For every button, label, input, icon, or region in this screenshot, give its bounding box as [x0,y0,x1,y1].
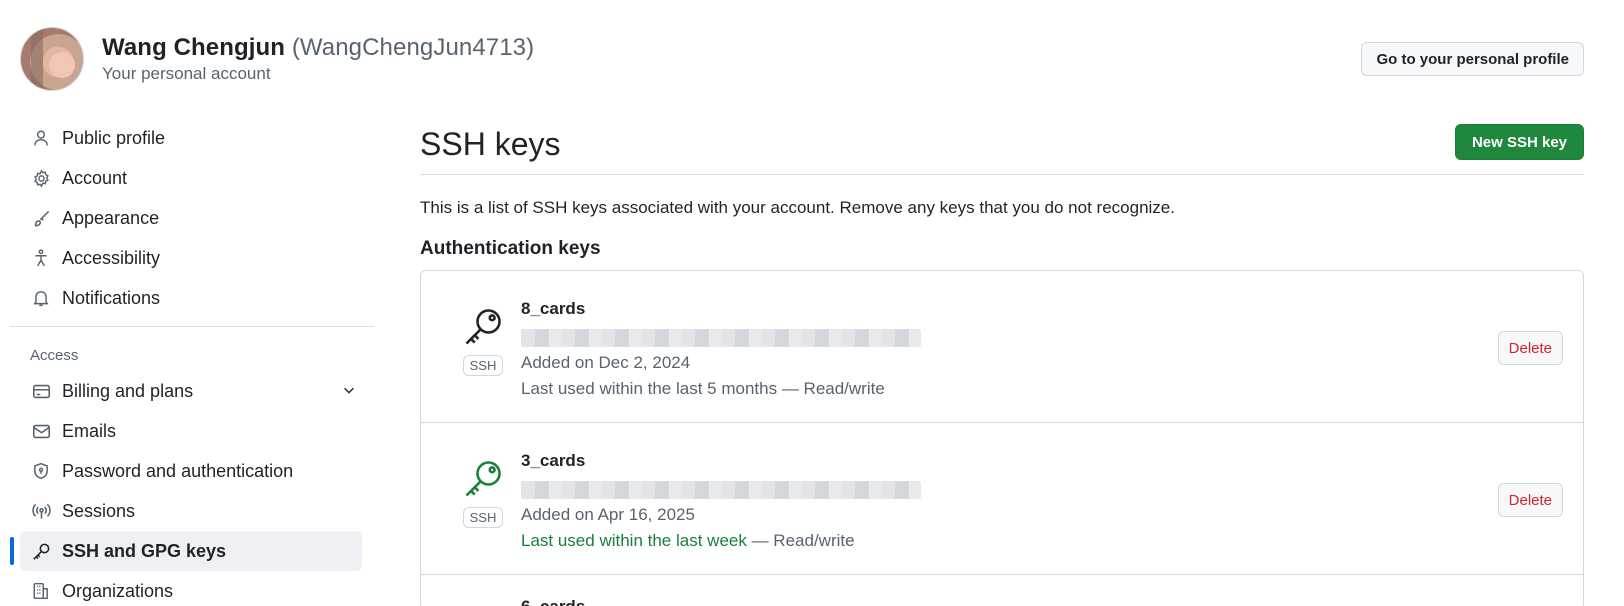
sidebar-item-label: Sessions [62,500,136,521]
key-icon [465,309,501,345]
ssh-key-row: SSH 3_cards Added on Apr 16, 2025 Last u… [421,423,1583,575]
key-last-used: Last used within the last 5 months — Rea… [521,379,921,401]
sidebar-item-label: Public profile [62,127,166,148]
key-fingerprint-redacted [521,481,921,499]
sidebar-item-label: Billing and plans [62,380,194,401]
sidebar-item-label: Emails [62,420,117,441]
new-ssh-key-button[interactable]: New SSH key [1454,124,1584,160]
paintbrush-icon [30,207,52,229]
access-level: — Read/write [777,379,885,398]
key-title: 6_cards [521,597,585,606]
gear-icon [30,167,52,189]
bell-icon [30,287,52,309]
sidebar-divider [10,326,374,327]
sidebar-item-appearance[interactable]: Appearance [10,198,378,238]
key-badge: SSH [461,457,505,528]
ssh-label: SSH [462,507,504,528]
user-name: Wang Chengjun (WangChengJun4713) [102,34,534,62]
sidebar-item-sessions[interactable]: Sessions [10,491,378,531]
sidebar-item-label: Account [62,167,128,188]
sidebar-section-access: Access [30,346,79,364]
display-name: Wang Chengjun [102,34,286,61]
chevron-down-icon[interactable] [342,383,356,400]
key-icon [30,540,52,562]
broadcast-icon [30,500,52,522]
last-used-text: Last used within the last 5 months [521,379,778,398]
key-title: 8_cards [521,299,586,318]
ssh-key-list: SSH 8_cards Added on Dec 2, 2024 Last us… [420,270,1584,606]
account-subtitle: Your personal account [102,64,271,83]
delete-key-button[interactable]: Delete [1497,331,1563,365]
intro-text: This is a list of SSH keys associated wi… [420,198,1175,217]
sidebar-item-ssh-gpg-keys[interactable]: SSH and GPG keys [10,531,362,571]
key-fingerprint-redacted [521,329,921,347]
avatar[interactable] [20,27,84,91]
delete-key-button[interactable]: Delete [1497,483,1563,517]
shield-lock-icon [30,460,52,482]
settings-sidebar: Public profile Account Appearance Access… [10,118,378,606]
key-last-used: Last used within the last week — Read/wr… [521,531,921,553]
sidebar-item-label: Password and authentication [62,460,294,481]
sidebar-item-label: SSH and GPG keys [62,540,227,561]
sidebar-item-notifications[interactable]: Notifications [10,278,378,318]
sidebar-item-label: Accessibility [62,247,161,268]
title-divider [420,174,1584,175]
accessibility-icon [30,247,52,269]
sidebar-item-label: Notifications [62,287,161,308]
last-used-text: Last used within the last week [521,531,747,550]
key-details: 3_cards Added on Apr 16, 2025 Last used … [521,451,921,553]
key-details: 8_cards Added on Dec 2, 2024 Last used w… [521,299,921,401]
account-header: Wang Chengjun (WangChengJun4713) Your pe… [20,24,1604,94]
mail-icon [30,420,52,442]
key-added-date: Added on Dec 2, 2024 [521,353,691,372]
sidebar-item-label: Organizations [62,580,174,601]
key-icon [465,461,501,497]
credit-card-icon [30,380,52,402]
key-badge: SSH [461,305,505,376]
page-title: SSH keys [420,126,561,162]
sidebar-item-label: Appearance [62,207,160,228]
sidebar-item-emails[interactable]: Emails [10,411,378,451]
sidebar-item-organizations[interactable]: Organizations [10,571,378,606]
user-login: (WangChengJun4713) [291,34,535,61]
sidebar-item-password[interactable]: Password and authentication [10,451,378,491]
key-title: 3_cards [521,451,586,470]
access-level: — Read/write [746,531,855,550]
key-added-date: Added on Apr 16, 2025 [521,505,695,524]
sidebar-item-accessibility[interactable]: Accessibility [10,238,378,278]
sidebar-item-billing[interactable]: Billing and plans [10,371,378,411]
sidebar-item-public-profile[interactable]: Public profile [10,118,378,158]
person-icon [30,127,52,149]
sidebar-item-account[interactable]: Account [10,158,378,198]
organization-icon [30,580,52,602]
ssh-label: SSH [462,355,504,376]
authentication-keys-heading: Authentication keys [420,238,601,259]
personal-profile-button[interactable]: Go to your personal profile [1361,42,1584,76]
ssh-key-row: SSH 8_cards Added on Dec 2, 2024 Last us… [421,271,1583,423]
settings-page: Wang Chengjun (WangChengJun4713) Your pe… [0,0,1624,606]
ssh-key-row: 6_cards [421,575,1583,606]
